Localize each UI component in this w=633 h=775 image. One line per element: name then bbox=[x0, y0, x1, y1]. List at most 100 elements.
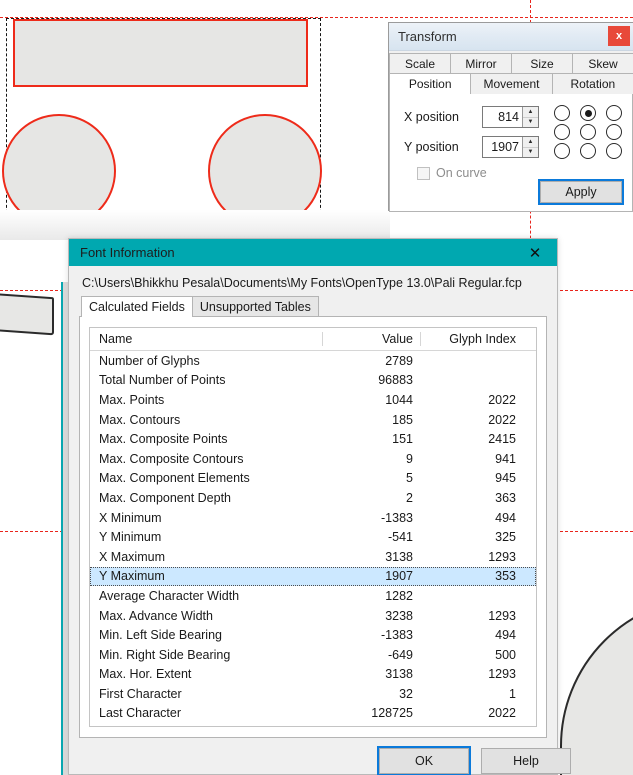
tab-position[interactable]: Position bbox=[389, 74, 472, 95]
ok-button[interactable]: OK bbox=[377, 746, 471, 775]
transform-title: Transform bbox=[398, 29, 457, 44]
x-position-input[interactable] bbox=[483, 107, 522, 127]
cell-value: 151 bbox=[392, 432, 413, 447]
anchor-top-right[interactable] bbox=[606, 105, 622, 121]
spinner-down-icon[interactable]: ▼ bbox=[523, 118, 538, 128]
spinner-down-icon[interactable]: ▼ bbox=[523, 148, 538, 158]
table-row[interactable]: Max. Points 1044 2022 bbox=[90, 390, 536, 410]
on-curve-row[interactable]: On curve bbox=[417, 166, 487, 180]
column-header-name[interactable]: Name bbox=[90, 332, 322, 346]
glyph-shape-circle-right[interactable] bbox=[208, 114, 322, 228]
cell-value: 32 bbox=[399, 686, 413, 701]
table-row[interactable]: Y Maximum 1907 353 bbox=[90, 566, 536, 587]
cell-glyph-index: 363 bbox=[495, 490, 516, 505]
table-row[interactable]: Max. Component Depth 2 363 bbox=[90, 488, 536, 508]
cell-name: X Maximum bbox=[99, 549, 165, 564]
anchor-top-left[interactable] bbox=[554, 105, 570, 121]
anchor-row-middle bbox=[554, 124, 622, 140]
glyph-shape-circle-left[interactable] bbox=[2, 114, 116, 228]
transform-tabrow-secondary[interactable]: Position Movement Rotation bbox=[389, 74, 633, 95]
spinner-up-icon[interactable]: ▲ bbox=[523, 107, 538, 118]
tab-size[interactable]: Size bbox=[511, 53, 573, 74]
close-icon[interactable]: x bbox=[608, 26, 630, 46]
cell-value: 3138 bbox=[385, 549, 413, 564]
on-curve-checkbox[interactable] bbox=[417, 166, 430, 180]
cell-name: Max. Advance Width bbox=[99, 608, 213, 623]
glyph-shape-left-partial[interactable] bbox=[0, 290, 54, 336]
anchor-middle-right[interactable] bbox=[606, 124, 622, 140]
cell-glyph-index: 2022 bbox=[488, 412, 516, 427]
anchor-bottom-left[interactable] bbox=[554, 143, 570, 159]
table-row[interactable]: Min. Left Side Bearing -1383 494 bbox=[90, 625, 536, 645]
transform-tabrow-primary[interactable]: Scale Mirror Size Skew bbox=[389, 53, 633, 74]
on-curve-label: On curve bbox=[436, 166, 487, 180]
font-information-titlebar[interactable]: Font Information ✕ bbox=[69, 239, 557, 266]
y-position-stepper[interactable]: ▲ ▼ bbox=[482, 136, 539, 158]
apply-button[interactable]: Apply bbox=[538, 179, 624, 205]
tab-skew[interactable]: Skew bbox=[572, 53, 633, 74]
tab-calculated-fields[interactable]: Calculated Fields bbox=[81, 296, 193, 317]
font-information-title: Font Information bbox=[80, 245, 175, 260]
cell-value: 128725 bbox=[371, 706, 413, 721]
cell-glyph-index: 941 bbox=[495, 451, 516, 466]
x-position-spinner-arrows[interactable]: ▲ ▼ bbox=[522, 107, 538, 127]
table-row[interactable]: Total Number of Points 96883 bbox=[90, 371, 536, 391]
table-row[interactable]: Max. Hor. Extent 3138 1293 bbox=[90, 665, 536, 685]
table-row[interactable]: Number of Glyphs 2789 bbox=[90, 351, 536, 371]
help-button[interactable]: Help bbox=[481, 748, 571, 774]
cell-value: -1383 bbox=[381, 628, 413, 643]
font-information-panel: Name Value Glyph Index Number of Glyphs 2… bbox=[79, 316, 547, 738]
table-row[interactable]: Max. Contours 185 2022 bbox=[90, 410, 536, 430]
anchor-top-center[interactable] bbox=[580, 105, 596, 121]
x-position-label: X position bbox=[404, 110, 459, 124]
cell-name: First Character bbox=[99, 686, 182, 701]
table-row[interactable]: X Maximum 3138 1293 bbox=[90, 547, 536, 567]
cell-name: X Minimum bbox=[99, 510, 162, 525]
table-row[interactable]: First Character 32 1 bbox=[90, 684, 536, 704]
spinner-up-icon[interactable]: ▲ bbox=[523, 137, 538, 148]
transform-dialog[interactable]: Transform x Scale Mirror Size Skew Posit… bbox=[388, 22, 633, 212]
tab-rotation[interactable]: Rotation bbox=[551, 74, 633, 95]
anchor-middle-left[interactable] bbox=[554, 124, 570, 140]
anchor-middle-center[interactable] bbox=[580, 124, 596, 140]
tab-movement[interactable]: Movement bbox=[470, 74, 553, 95]
x-position-stepper[interactable]: ▲ ▼ bbox=[482, 106, 539, 128]
cell-glyph-index: 2415 bbox=[488, 432, 516, 447]
tab-mirror[interactable]: Mirror bbox=[450, 53, 512, 74]
table-row[interactable]: Last Character 128725 2022 bbox=[90, 704, 536, 724]
column-header-value[interactable]: Value bbox=[322, 332, 420, 346]
table-row[interactable]: Max. Composite Points 151 2415 bbox=[90, 429, 536, 449]
y-position-input[interactable] bbox=[483, 137, 522, 157]
table-row[interactable]: Average Character Width 1282 bbox=[90, 586, 536, 606]
column-header-glyph-index[interactable]: Glyph Index bbox=[420, 332, 524, 346]
cell-value: 1282 bbox=[385, 588, 413, 603]
font-information-dialog[interactable]: Font Information ✕ C:\Users\Bhikkhu Pesa… bbox=[68, 238, 571, 775]
transform-titlebar[interactable]: Transform x bbox=[389, 23, 633, 51]
cell-name: Average Character Width bbox=[99, 588, 240, 603]
cell-glyph-index: 1293 bbox=[488, 667, 516, 682]
cell-name: Total Number of Points bbox=[99, 373, 226, 388]
table-row[interactable]: Y Minimum -541 325 bbox=[90, 527, 536, 547]
cell-name: Max. Composite Points bbox=[99, 432, 228, 447]
tab-scale[interactable]: Scale bbox=[389, 53, 451, 74]
table-row[interactable]: X Minimum -1383 494 bbox=[90, 508, 536, 528]
close-icon[interactable]: ✕ bbox=[523, 239, 547, 266]
y-position-spinner-arrows[interactable]: ▲ ▼ bbox=[522, 137, 538, 157]
font-information-tabs[interactable]: Calculated Fields Unsupported Tables bbox=[69, 296, 557, 317]
table-row[interactable]: Max. Component Elements 5 945 bbox=[90, 469, 536, 489]
glyph-shape-rectangle[interactable] bbox=[13, 19, 308, 87]
calculated-fields-table[interactable]: Name Value Glyph Index Number of Glyphs 2… bbox=[89, 327, 537, 727]
cell-name: Y Maximum bbox=[99, 569, 165, 584]
anchor-point-grid[interactable] bbox=[554, 105, 622, 162]
tab-unsupported-tables[interactable]: Unsupported Tables bbox=[191, 296, 319, 317]
table-row[interactable]: Max. Composite Contours 9 941 bbox=[90, 449, 536, 469]
table-row[interactable]: Min. Right Side Bearing -649 500 bbox=[90, 645, 536, 665]
cell-name: Min. Right Side Bearing bbox=[99, 647, 231, 662]
anchor-bottom-center[interactable] bbox=[580, 143, 596, 159]
table-body: Number of Glyphs 2789 Total Number of Poin… bbox=[90, 351, 536, 723]
cell-glyph-index: 1293 bbox=[488, 549, 516, 564]
cell-name: Max. Hor. Extent bbox=[99, 667, 192, 682]
table-header-row: Name Value Glyph Index bbox=[90, 328, 536, 351]
anchor-bottom-right[interactable] bbox=[606, 143, 622, 159]
table-row[interactable]: Max. Advance Width 3238 1293 bbox=[90, 606, 536, 626]
